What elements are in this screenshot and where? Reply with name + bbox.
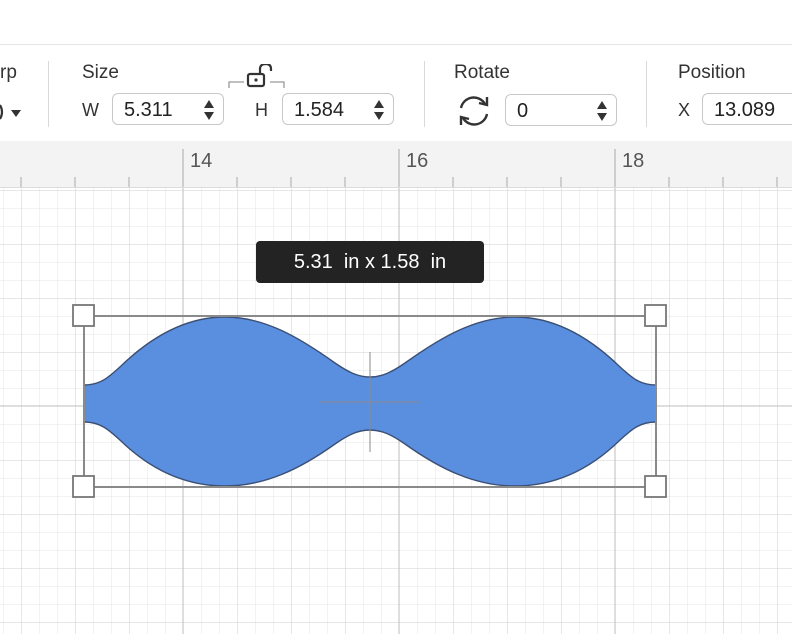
unlock-icon	[228, 62, 285, 88]
horizontal-ruler[interactable]: 14 16 18	[0, 141, 792, 188]
width-value: 5.311	[124, 99, 173, 121]
x-position-value: 13.089	[714, 99, 776, 121]
x-position-input[interactable]: 13.089	[702, 93, 792, 125]
rotate-value: 0	[517, 100, 529, 122]
resize-handle-bottom-right[interactable]	[644, 475, 667, 498]
width-input[interactable]: 5.311	[112, 93, 224, 125]
divider	[646, 61, 647, 127]
rotate-input[interactable]: 0	[505, 94, 617, 126]
size-label: Size	[82, 62, 119, 83]
resize-handle-top-right[interactable]	[644, 304, 667, 327]
x-label: X	[678, 100, 691, 120]
ruler-label: 14	[190, 150, 213, 172]
resize-handle-top-left[interactable]	[72, 304, 95, 327]
stepper-arrows-icon[interactable]	[596, 100, 608, 122]
ruler-label: 18	[622, 150, 645, 172]
chevron-down-icon	[0, 104, 21, 120]
warp-dropdown[interactable]	[0, 99, 30, 125]
height-value: 1.584	[294, 99, 345, 121]
position-label: Position	[678, 62, 746, 83]
height-input[interactable]: 1.584	[282, 93, 394, 125]
divider	[424, 61, 425, 127]
height-label: H	[255, 100, 268, 120]
proportion-lock-toggle[interactable]	[228, 62, 286, 90]
resize-handle-bottom-left[interactable]	[72, 475, 95, 498]
edit-toolbar: rp Size W 5.311 H 1.584 Rotate 0 Positio…	[0, 44, 792, 141]
width-label: W	[82, 100, 99, 120]
ruler-ticks	[20, 149, 778, 187]
dimension-tooltip: 5.31 in x 1.58 in	[256, 241, 484, 283]
divider	[48, 61, 49, 127]
ruler-label: 16	[406, 150, 429, 172]
warp-label: rp	[0, 62, 17, 83]
rotate-button[interactable]	[456, 94, 492, 128]
rotate-label: Rotate	[454, 62, 510, 83]
stepper-arrows-icon[interactable]	[373, 99, 385, 121]
rotate-icon	[459, 96, 489, 126]
top-strip	[0, 0, 792, 44]
stepper-arrows-icon[interactable]	[203, 99, 215, 121]
